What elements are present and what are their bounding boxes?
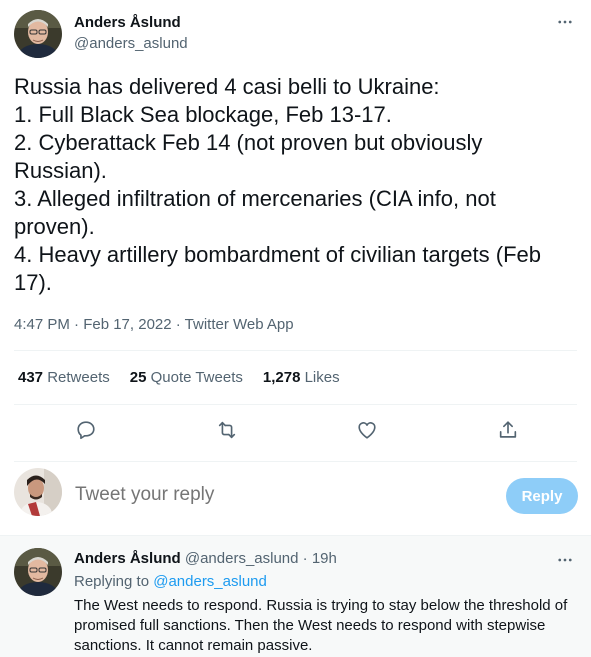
likes-stat[interactable]: 1,278 Likes: [263, 369, 340, 386]
replying-to-label: Replying to: [74, 573, 150, 590]
tweet-author-row: Anders Åslund @anders_aslund: [0, 0, 591, 64]
likes-count: 1,278: [262, 369, 301, 386]
reply-icon[interactable]: [69, 413, 103, 447]
retweets-stat[interactable]: 437 Retweets: [18, 369, 110, 386]
reply-composer: Reply: [0, 462, 591, 534]
more-options-icon[interactable]: [553, 10, 577, 34]
reply-input[interactable]: [75, 484, 475, 506]
tweet-stats: 437 Retweets 25 Quote Tweets 1,278 Likes: [18, 369, 340, 386]
tweet-actions: [0, 405, 591, 449]
author-avatar[interactable]: [14, 10, 62, 58]
like-icon[interactable]: [350, 413, 384, 447]
reply-author-handle[interactable]: @anders_aslund: [185, 550, 299, 567]
replying-to-link[interactable]: @anders_aslund: [153, 573, 267, 590]
author-handle[interactable]: @anders_aslund: [74, 35, 188, 52]
reply-separator: ·: [302, 550, 308, 567]
current-user-avatar[interactable]: [14, 468, 62, 516]
likes-label: Likes: [304, 369, 340, 386]
reply-header: Anders Åslund @anders_aslund · 19h: [74, 550, 337, 567]
tweet-text: Russia has delivered 4 casi belli to Ukr…: [14, 74, 541, 295]
quote-tweets-stat[interactable]: 25 Quote Tweets: [130, 369, 243, 386]
quotes-count: 25: [129, 369, 147, 386]
reply-tweet[interactable]: Anders Åslund @anders_aslund · 19h Reply…: [0, 535, 591, 657]
reply-more-options-icon[interactable]: [553, 548, 577, 572]
replying-to: Replying to @anders_aslund: [74, 573, 267, 590]
reply-text: The West needs to respond. Russia is try…: [74, 597, 568, 654]
share-icon[interactable]: [491, 413, 525, 447]
reply-time[interactable]: 19h: [312, 550, 337, 567]
reply-author-name[interactable]: Anders Åslund: [74, 550, 181, 567]
reply-author-avatar[interactable]: [14, 548, 62, 596]
retweets-count: 437: [18, 369, 44, 386]
retweet-icon[interactable]: [210, 413, 244, 447]
reply-button[interactable]: Reply: [506, 478, 578, 514]
quotes-label: Quote Tweets: [150, 369, 243, 386]
author-name[interactable]: Anders Åslund: [74, 14, 181, 31]
tweet-timestamp[interactable]: 4:47 PM · Feb 17, 2022 · Twitter Web App: [14, 316, 294, 333]
divider: [14, 350, 577, 351]
retweets-label: Retweets: [47, 369, 110, 386]
